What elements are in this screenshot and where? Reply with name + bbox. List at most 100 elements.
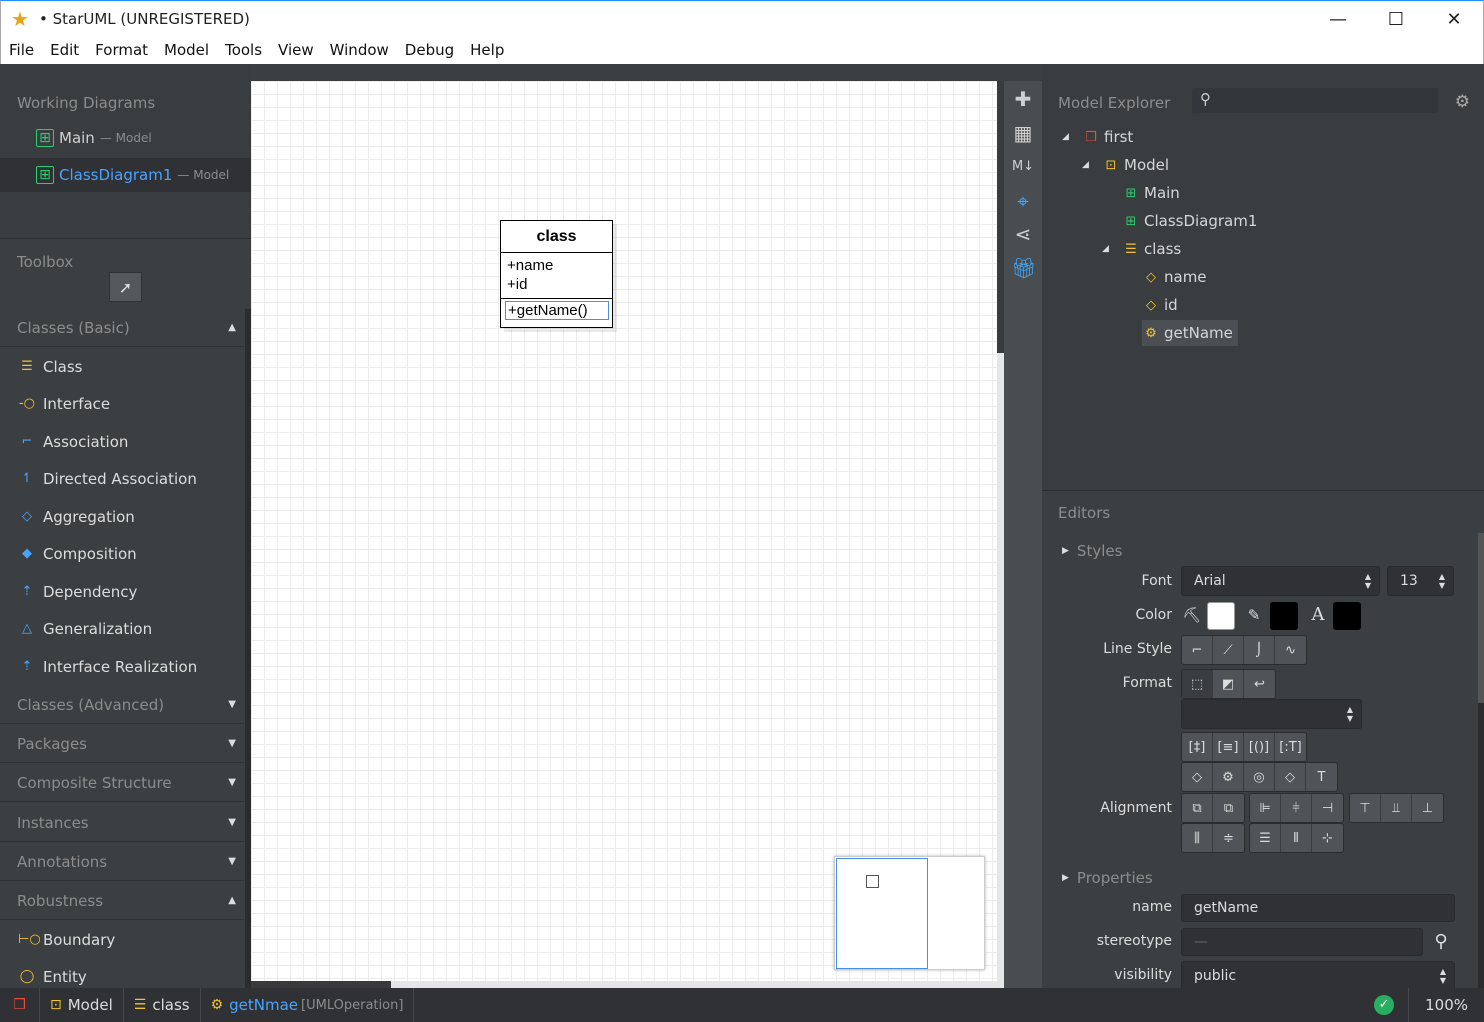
align-left-button[interactable]: ⊫: [1250, 794, 1281, 822]
minimap[interactable]: [834, 856, 985, 970]
category-classes-basic[interactable]: Classes (Basic) ▲: [0, 309, 244, 347]
zoom-level[interactable]: 100%: [1408, 988, 1484, 1022]
send-to-back-button[interactable]: ⧉: [1213, 794, 1244, 822]
tool-directed-association[interactable]: ↿ Directed Association: [0, 460, 244, 497]
scrollbar-thumb[interactable]: [251, 981, 391, 988]
operation-getname-editor[interactable]: +getName(): [505, 301, 609, 320]
class-name[interactable]: class: [501, 221, 612, 253]
show-type-button[interactable]: T: [1306, 763, 1337, 791]
tree-item-class[interactable]: ◢ ☰ class: [1102, 236, 1181, 262]
align-top-button[interactable]: ⊤: [1350, 794, 1381, 822]
close-button[interactable]: ✕: [1425, 1, 1483, 37]
same-height-button[interactable]: ☰: [1250, 824, 1281, 852]
menu-edit[interactable]: Edit: [42, 41, 87, 59]
diagram-canvas[interactable]: [251, 81, 998, 981]
align-bottom-button[interactable]: ⊥: [1412, 794, 1443, 822]
same-width-button[interactable]: ⫴: [1281, 824, 1312, 852]
minimize-button[interactable]: —: [1309, 1, 1367, 37]
space-horizontally-button[interactable]: ⫼: [1182, 824, 1213, 852]
working-diagram-classdiagram1[interactable]: ⊞ ClassDiagram1 — Model: [0, 158, 251, 192]
tool-association[interactable]: ⌐ Association: [0, 423, 244, 460]
tree-item-first[interactable]: ◢ ❒ first: [1062, 124, 1133, 150]
suppress-attributes-button[interactable]: [‡]: [1182, 733, 1213, 761]
search-icon[interactable]: ⚲: [1429, 930, 1453, 954]
properties-section-toggle[interactable]: ▶ Properties: [1062, 869, 1153, 887]
category-instances[interactable]: Instances ▼: [0, 804, 244, 842]
markdown-icon[interactable]: M↓: [1011, 155, 1035, 179]
layout-panels-icon[interactable]: ▦: [1011, 121, 1035, 145]
status-breadcrumb-class[interactable]: ☰ class: [124, 988, 201, 1022]
gear-icon[interactable]: ⚙: [1455, 92, 1470, 112]
stereotype-field[interactable]: —: [1181, 928, 1423, 956]
working-diagram-main[interactable]: ⊞ Main — Model: [0, 121, 251, 155]
tool-class[interactable]: ☰ Class: [0, 348, 244, 385]
align-center-button[interactable]: ⫩: [1281, 794, 1312, 822]
same-size-button[interactable]: ⊹: [1312, 824, 1343, 852]
menu-file[interactable]: File: [1, 41, 42, 59]
select-tool-button[interactable]: ➚: [109, 272, 142, 302]
suppress-literals-button[interactable]: [:T]: [1275, 733, 1306, 761]
canvas-vertical-scrollbar[interactable]: [997, 81, 1004, 988]
tool-aggregation[interactable]: ◇ Aggregation: [0, 498, 244, 535]
tool-interface-realization[interactable]: ⇡ Interface Realization: [0, 648, 244, 685]
stereotype-display-select[interactable]: ▲ ▼: [1181, 699, 1362, 729]
show-operation-signature-button[interactable]: ⚙: [1213, 763, 1244, 791]
line-style-oblique-button[interactable]: ⟋: [1213, 636, 1244, 664]
show-property-button[interactable]: ◇: [1275, 763, 1306, 791]
menu-view[interactable]: View: [270, 41, 322, 59]
menu-model[interactable]: Model: [156, 41, 217, 59]
tree-item-classdiagram1[interactable]: ⊞ ClassDiagram1: [1122, 208, 1258, 234]
uml-class-shape[interactable]: class +name +id +getName(): [500, 220, 613, 328]
show-visibility-button[interactable]: ◇: [1182, 763, 1213, 791]
line-style-rounded-button[interactable]: ⌡: [1244, 636, 1275, 664]
align-right-button[interactable]: ⊣: [1312, 794, 1343, 822]
styles-section-toggle[interactable]: ▶ Styles: [1062, 542, 1122, 560]
status-breadcrumb-operation[interactable]: ⚙ getNmae [UMLOperation]: [201, 988, 415, 1022]
tree-item-id[interactable]: ◇ id: [1142, 292, 1178, 318]
category-classes-advanced[interactable]: Classes (Advanced) ▼: [0, 686, 244, 724]
tree-expand-icon[interactable]: ◢: [1102, 244, 1116, 254]
tool-boundary[interactable]: ⊢○ Boundary: [0, 921, 244, 958]
auto-resize-button[interactable]: ⬚: [1182, 670, 1213, 698]
line-style-curve-button[interactable]: ∿: [1275, 636, 1306, 664]
line-style-rectilinear-button[interactable]: ⌐: [1182, 636, 1213, 664]
suppress-operations-button[interactable]: [≡]: [1213, 733, 1244, 761]
line-color-swatch[interactable]: [1270, 602, 1298, 630]
crosshair-icon[interactable]: ⌖: [1011, 189, 1035, 213]
maximize-button[interactable]: ☐: [1367, 1, 1425, 37]
operation-compartment[interactable]: +getName(): [501, 299, 612, 322]
menu-help[interactable]: Help: [462, 41, 512, 59]
tree-item-model[interactable]: ◢ ⊡ Model: [1082, 152, 1169, 178]
scrollbar-thumb[interactable]: [1478, 533, 1484, 703]
validation-ok-icon[interactable]: ✓: [1374, 995, 1395, 1015]
model-explorer-search[interactable]: ⚲: [1192, 88, 1438, 113]
fill-color-swatch[interactable]: [1207, 602, 1235, 630]
tree-expand-icon[interactable]: ◢: [1062, 132, 1076, 142]
category-annotations[interactable]: Annotations ▼: [0, 843, 244, 881]
attribute-id[interactable]: +id: [507, 275, 606, 294]
tree-expand-icon[interactable]: ◢: [1082, 160, 1096, 170]
space-vertically-button[interactable]: ≑: [1213, 824, 1244, 852]
tool-interface[interactable]: -○ Interface: [0, 385, 244, 422]
font-size-select[interactable]: 13 ▲ ▼: [1387, 566, 1454, 596]
menu-tools[interactable]: Tools: [217, 41, 270, 59]
category-robustness[interactable]: Robustness ▲: [0, 882, 244, 920]
tree-item-main[interactable]: ⊞ Main: [1122, 180, 1180, 206]
word-wrap-button[interactable]: ↩: [1244, 670, 1275, 698]
share-icon[interactable]: ⋖: [1011, 222, 1035, 246]
tool-composition[interactable]: ◆ Composition: [0, 535, 244, 572]
category-packages[interactable]: Packages ▼: [0, 725, 244, 763]
status-project-item[interactable]: ❒: [0, 988, 40, 1022]
canvas-horizontal-scrollbar[interactable]: [251, 981, 998, 988]
visibility-select[interactable]: public ▲ ▼: [1181, 961, 1455, 991]
tool-generalization[interactable]: △ Generalization: [0, 610, 244, 647]
font-color-swatch[interactable]: [1333, 602, 1361, 630]
menu-window[interactable]: Window: [322, 41, 397, 59]
category-composite-structure[interactable]: Composite Structure ▼: [0, 764, 244, 802]
tree-item-getname[interactable]: ⚙ getName: [1142, 320, 1238, 346]
tool-dependency[interactable]: ⇡ Dependency: [0, 573, 244, 610]
attribute-name[interactable]: +name: [507, 256, 606, 275]
editors-scrollbar[interactable]: [1478, 533, 1484, 989]
suppress-receptions-button[interactable]: [()]: [1244, 733, 1275, 761]
tree-item-name[interactable]: ◇ name: [1142, 264, 1207, 290]
